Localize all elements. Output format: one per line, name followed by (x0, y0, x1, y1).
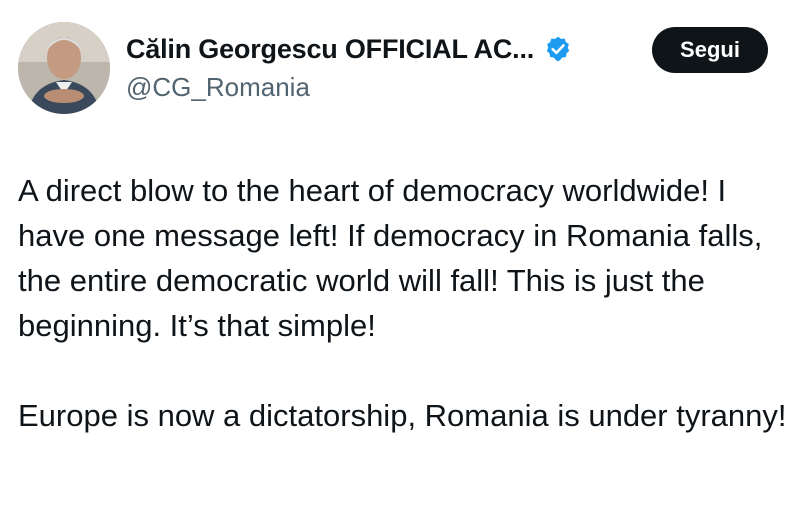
follow-button[interactable]: Segui (652, 27, 768, 73)
verified-badge-icon[interactable] (544, 35, 572, 63)
author-display-name[interactable]: Călin Georgescu OFFICIAL AC... (126, 34, 534, 65)
tweet-text: A direct blow to the heart of democracy … (18, 168, 788, 438)
author-name-row[interactable]: Călin Georgescu OFFICIAL AC... (126, 30, 572, 68)
tweet-paragraph: Europe is now a dictatorship, Romania is… (18, 398, 787, 433)
avatar[interactable] (18, 22, 110, 114)
avatar-photo (18, 22, 110, 114)
tweet-paragraph: A direct blow to the heart of democracy … (18, 173, 763, 343)
author-handle[interactable]: @CG_Romania (126, 72, 310, 103)
tweet-header: Călin Georgescu OFFICIAL AC... @CG_Roman… (0, 0, 800, 130)
